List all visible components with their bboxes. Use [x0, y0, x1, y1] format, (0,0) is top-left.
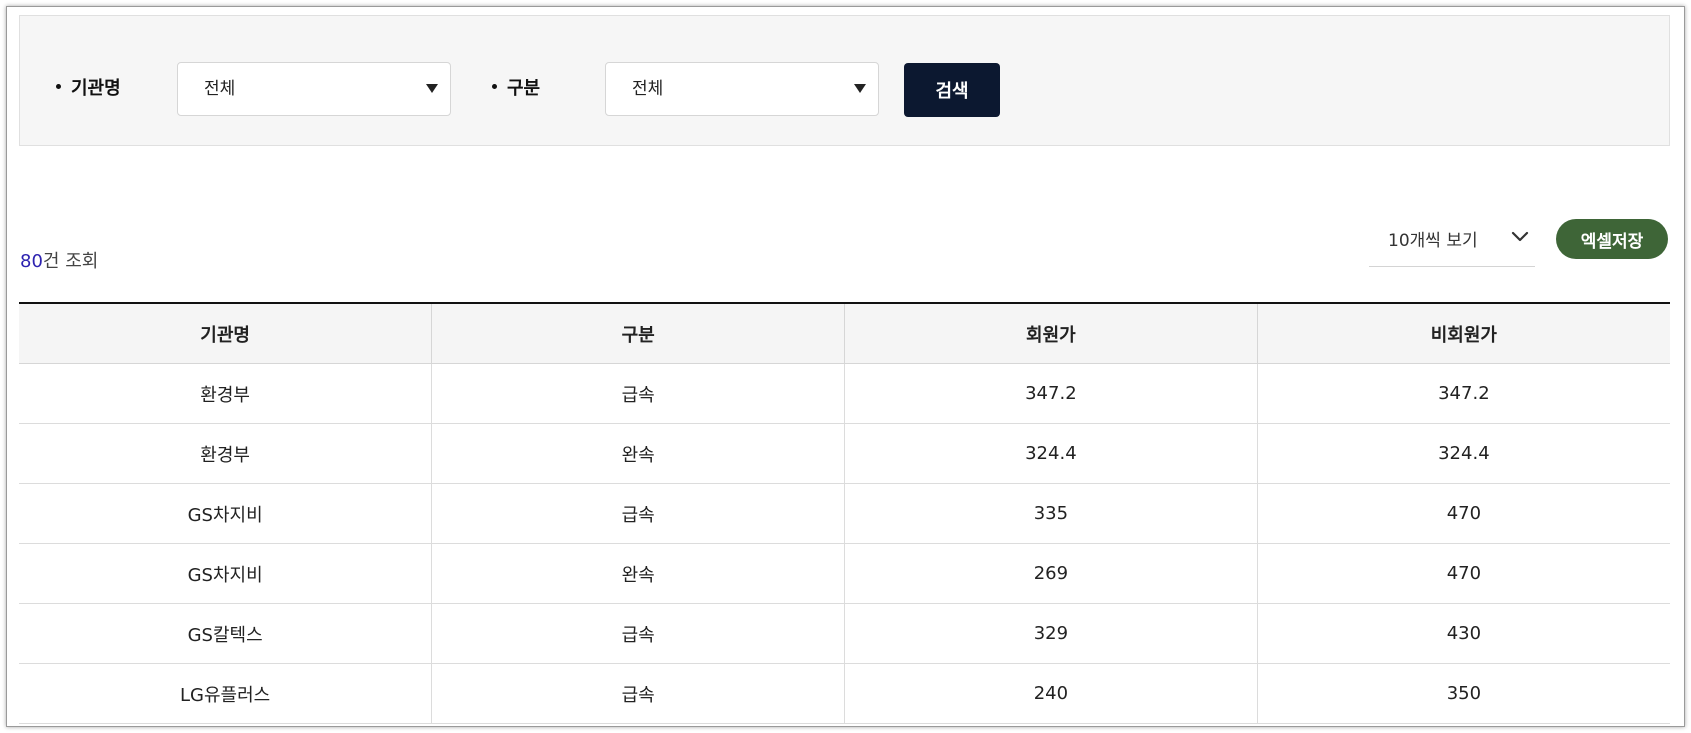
type-filter-label: 구분 [492, 78, 540, 100]
cell-member-price: 324.4 [844, 423, 1258, 484]
agency-select[interactable]: 전체 [177, 62, 451, 116]
cell-type: 완속 [431, 423, 845, 484]
cell-agency: LG유플러스 [19, 663, 433, 724]
table-row: GS차지비 완속 269 470 [19, 543, 1670, 604]
table-row: GS칼텍스 급속 329 430 [19, 603, 1670, 664]
page-size-select[interactable]: 10개씩 보기 [1369, 217, 1535, 267]
cell-nonmember-price: 350 [1257, 663, 1670, 724]
cell-nonmember-price: 324.4 [1257, 423, 1670, 484]
bullet-dot-icon [492, 83, 497, 89]
cell-nonmember-price: 430 [1257, 603, 1670, 664]
cell-nonmember-price: 347.2 [1257, 363, 1670, 424]
search-filter-panel: 기관명 전체 구분 전체 검색 [19, 15, 1670, 146]
bullet-dot-icon [56, 83, 61, 89]
result-count-suffix: 건 조회 [42, 251, 99, 272]
agency-filter-label: 기관명 [56, 78, 121, 100]
column-header-agency[interactable]: 기관명 [19, 303, 433, 364]
table-row: LG유플러스 급속 240 350 [19, 663, 1670, 724]
excel-export-button[interactable]: 엑셀저장 [1556, 219, 1668, 259]
page-size-label: 10개씩 보기 [1388, 231, 1478, 251]
cell-agency: GS차지비 [19, 543, 433, 604]
cell-nonmember-price: 470 [1257, 543, 1670, 604]
column-header-member-price[interactable]: 회원가 [844, 303, 1258, 364]
page-frame: 기관명 전체 구분 전체 검색 80건 조회 10개씩 보기 엑셀저장 기관명 … [6, 6, 1685, 727]
cell-type: 급속 [431, 663, 845, 724]
table-row: 환경부 완속 324.4 324.4 [19, 423, 1670, 484]
result-count-number: 80 [20, 251, 43, 272]
type-select[interactable]: 전체 [605, 62, 879, 116]
agency-filter-label-text: 기관명 [71, 78, 121, 99]
agency-select-value: 전체 [204, 79, 236, 99]
rates-table: 기관명 구분 회원가 비회원가 환경부 급속 347.2 347.2 환경부 완… [19, 302, 1670, 724]
cell-type: 급속 [431, 363, 845, 424]
table-row: GS차지비 급속 335 470 [19, 483, 1670, 544]
cell-agency: 환경부 [19, 363, 433, 424]
cell-type: 급속 [431, 483, 845, 544]
cell-agency: GS칼텍스 [19, 603, 433, 664]
cell-agency: GS차지비 [19, 483, 433, 544]
table-header-row: 기관명 구분 회원가 비회원가 [19, 303, 1670, 364]
cell-type: 급속 [431, 603, 845, 664]
cell-agency: 환경부 [19, 423, 433, 484]
type-select-value: 전체 [632, 79, 664, 99]
cell-type: 완속 [431, 543, 845, 604]
caret-down-icon [426, 84, 438, 93]
cell-member-price: 240 [844, 663, 1258, 724]
cell-member-price: 269 [844, 543, 1258, 604]
caret-down-icon [854, 84, 866, 93]
cell-member-price: 335 [844, 483, 1258, 544]
cell-member-price: 347.2 [844, 363, 1258, 424]
search-button[interactable]: 검색 [904, 63, 1000, 117]
chevron-down-icon [1511, 231, 1529, 242]
cell-nonmember-price: 470 [1257, 483, 1670, 544]
table-row: 환경부 급속 347.2 347.2 [19, 363, 1670, 424]
type-filter-label-text: 구분 [507, 78, 541, 99]
column-header-type[interactable]: 구분 [431, 303, 845, 364]
cell-member-price: 329 [844, 603, 1258, 664]
result-count: 80건 조회 [20, 251, 98, 273]
column-header-nonmember-price[interactable]: 비회원가 [1257, 303, 1670, 364]
